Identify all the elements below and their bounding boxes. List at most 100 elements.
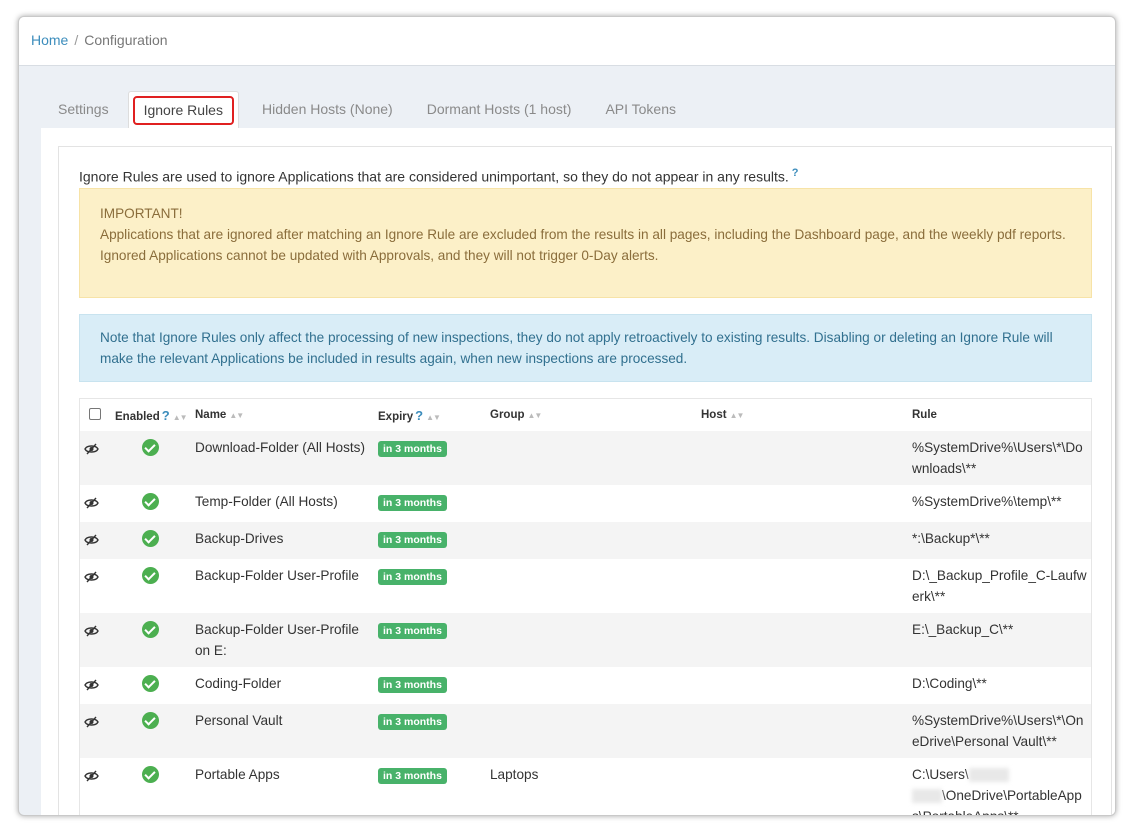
breadcrumb-home-link[interactable]: Home — [31, 32, 68, 48]
rule-host — [695, 704, 906, 758]
config-tabs: Settings Ignore Rules Hidden Hosts (None… — [43, 91, 695, 129]
rule-name[interactable]: Backup-Folder User-Profile on E: — [189, 613, 372, 667]
info-text: Note that Ignore Rules only affect the p… — [100, 330, 1053, 366]
redacted-blur — [968, 768, 1009, 783]
enabled-check-icon[interactable] — [142, 530, 159, 547]
rule-pattern: *:\Backup*\** — [912, 531, 990, 546]
table-row[interactable]: Backup-Drives in 3 months *:\Backup*\** — [80, 522, 1091, 559]
rule-group — [484, 485, 695, 522]
expiry-badge: in 3 months — [378, 532, 447, 548]
select-all-checkbox[interactable] — [89, 407, 101, 420]
breadcrumb-current: Configuration — [84, 32, 168, 48]
breadcrumb: Home / Configuration — [19, 17, 1115, 66]
hide-eye-icon[interactable] — [84, 622, 99, 643]
enabled-check-icon[interactable] — [142, 567, 159, 584]
rule-group: Laptops — [490, 767, 539, 782]
warning-line-2: Ignored Applications cannot be updated w… — [100, 248, 659, 263]
sort-icon: ▲▼ — [729, 411, 745, 420]
tab-api-tokens[interactable]: API Tokens — [590, 91, 691, 129]
help-icon[interactable]: ? — [162, 408, 170, 423]
app-frame: Home / Configuration Settings Ignore Rules… — [18, 16, 1116, 816]
rule-group — [484, 704, 695, 758]
col-expiry[interactable]: Expiry? ▲▼ — [372, 399, 484, 431]
tab-ignore-rules[interactable]: Ignore Rules — [127, 91, 239, 129]
warning-title: IMPORTANT! — [100, 206, 183, 221]
rule-name[interactable]: Portable Apps — [189, 758, 372, 815]
rule-pattern: D:\_Backup_Profile_C-Laufwerk\** — [912, 568, 1087, 604]
rule-group — [484, 431, 695, 485]
rule-pattern: D:\Coding\** — [912, 676, 987, 691]
tab-content: Ignore Rules are used to ignore Applicat… — [41, 128, 1115, 815]
hide-eye-icon[interactable] — [84, 568, 99, 589]
expiry-badge: in 3 months — [378, 569, 447, 585]
rule-pattern: C:\Users\\OneDrive\PortableApps\Portable… — [906, 758, 1091, 815]
hide-eye-icon[interactable] — [84, 767, 99, 788]
enabled-check-icon[interactable] — [142, 766, 159, 783]
tab-dormant-hosts[interactable]: Dormant Hosts (1 host) — [412, 91, 587, 129]
sort-icon: ▲▼ — [426, 412, 441, 422]
expiry-badge: in 3 months — [378, 441, 447, 457]
hide-eye-icon[interactable] — [84, 676, 99, 697]
hide-eye-icon[interactable] — [84, 713, 99, 734]
table-row[interactable]: Temp-Folder (All Hosts) in 3 months %Sys… — [80, 485, 1091, 522]
rule-pattern: %SystemDrive%\Users\*\OneDrive\Personal … — [912, 713, 1084, 749]
rule-host — [695, 667, 906, 704]
enabled-check-icon[interactable] — [142, 621, 159, 638]
breadcrumb-separator: / — [74, 32, 79, 48]
table-body: Download-Folder (All Hosts) in 3 months … — [80, 431, 1091, 815]
rule-group — [484, 522, 695, 559]
rule-host — [695, 431, 906, 485]
help-icon[interactable]: ? — [415, 408, 423, 423]
rule-group — [484, 667, 695, 704]
table-row[interactable]: Backup-Folder User-Profile in 3 months D… — [80, 559, 1091, 613]
help-icon[interactable]: ? — [792, 167, 799, 179]
rule-group — [484, 559, 695, 613]
rule-name[interactable]: Coding-Folder — [189, 667, 372, 704]
intro-label: Ignore Rules are used to ignore Applicat… — [79, 168, 789, 185]
rule-pattern: %SystemDrive%\Users\*\Downloads\** — [912, 440, 1083, 476]
expiry-badge: in 3 months — [378, 677, 447, 693]
hide-eye-icon[interactable] — [84, 531, 99, 552]
rule-pattern: E:\_Backup_C\** — [912, 622, 1014, 637]
table-row[interactable]: Personal Vault in 3 months %SystemDrive%… — [80, 704, 1091, 758]
rule-pattern: %SystemDrive%\temp\** — [912, 494, 1062, 509]
col-rule[interactable]: Rule — [906, 399, 1091, 431]
expiry-badge: in 3 months — [378, 495, 447, 511]
rule-name[interactable]: Backup-Drives — [189, 522, 372, 559]
tab-settings[interactable]: Settings — [43, 91, 124, 129]
table-row[interactable]: Download-Folder (All Hosts) in 3 months … — [80, 431, 1091, 485]
ignore-rules-table: Enabled? ▲▼ Name ▲▼ Expiry? ▲▼ Group ▲▼ Host… — [79, 398, 1092, 815]
tab-ignore-rules-label: Ignore Rules — [132, 96, 234, 125]
warning-line-1: Applications that are ignored after matc… — [100, 227, 1066, 242]
rule-name[interactable]: Personal Vault — [189, 704, 372, 758]
enabled-check-icon[interactable] — [142, 439, 159, 456]
rule-pattern-prefix: C:\Users\ — [912, 767, 969, 782]
col-group[interactable]: Group ▲▼ — [484, 399, 695, 431]
rule-name[interactable]: Temp-Folder (All Hosts) — [189, 485, 372, 522]
rule-name[interactable]: Backup-Folder User-Profile — [189, 559, 372, 613]
hide-eye-icon[interactable] — [84, 440, 99, 461]
enabled-check-icon[interactable] — [142, 493, 159, 510]
sort-icon: ▲▼ — [172, 412, 188, 422]
table-row[interactable]: Portable Apps in 3 months Laptops C:\Use… — [80, 758, 1091, 815]
col-enabled[interactable]: Enabled? ▲▼ — [108, 399, 189, 431]
table-header-row: Enabled? ▲▼ Name ▲▼ Expiry? ▲▼ Group ▲▼ Host… — [80, 399, 1091, 431]
col-host[interactable]: Host ▲▼ — [695, 399, 906, 431]
tab-hidden-hosts[interactable]: Hidden Hosts (None) — [243, 91, 408, 129]
sort-icon: ▲▼ — [527, 411, 543, 420]
expiry-badge: in 3 months — [378, 768, 447, 784]
rule-host — [695, 758, 906, 815]
table-row[interactable]: Coding-Folder in 3 months D:\Coding\** — [80, 667, 1091, 704]
enabled-check-icon[interactable] — [142, 712, 159, 729]
rule-group — [484, 613, 695, 667]
rule-host — [695, 522, 906, 559]
ignore-rules-panel: Ignore Rules are used to ignore Applicat… — [58, 146, 1112, 815]
enabled-check-icon[interactable] — [142, 675, 159, 692]
expiry-badge: in 3 months — [378, 623, 447, 639]
warning-alert: IMPORTANT! Applications that are ignored… — [79, 188, 1092, 298]
info-alert: Note that Ignore Rules only affect the p… — [79, 314, 1092, 382]
col-name[interactable]: Name ▲▼ — [189, 399, 372, 431]
rule-name[interactable]: Download-Folder (All Hosts) — [189, 431, 372, 485]
hide-eye-icon[interactable] — [84, 494, 99, 515]
table-row[interactable]: Backup-Folder User-Profile on E: in 3 mo… — [80, 613, 1091, 667]
